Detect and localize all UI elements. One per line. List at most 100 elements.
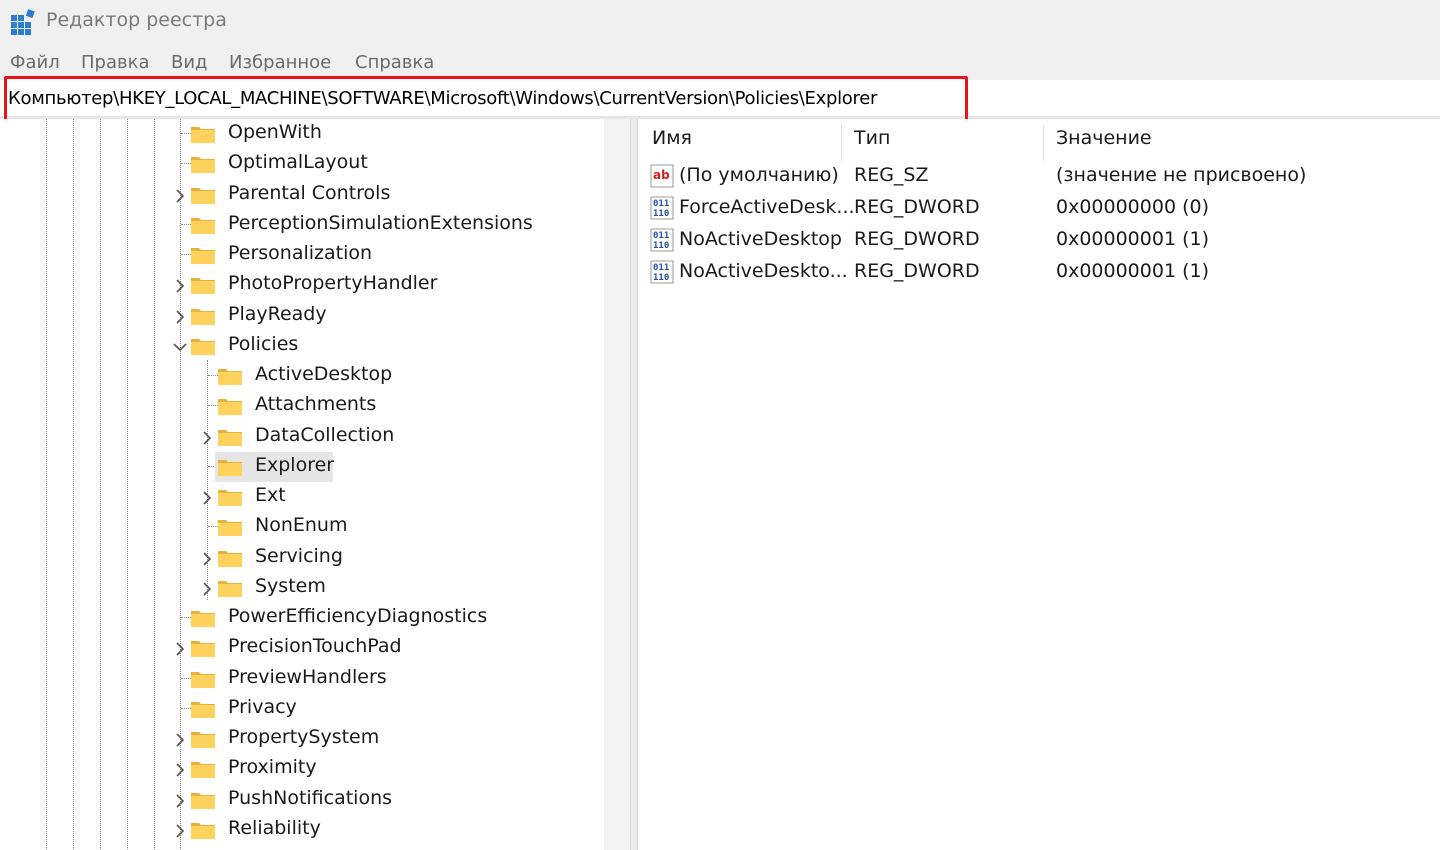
- tree-item[interactable]: OpenWith: [0, 119, 604, 149]
- tree-item-label: PushNotifications: [228, 786, 393, 809]
- tree-item-label: PlayReady: [228, 302, 327, 325]
- chevron-right-icon[interactable]: [171, 761, 189, 779]
- value-name: (По умолчанию): [679, 164, 839, 186]
- value-row[interactable]: 011 110 ForceActiveDesk... REG_DWORD 0x0…: [638, 192, 1440, 224]
- tree-item[interactable]: Explorer: [0, 452, 604, 482]
- folder-icon: [217, 578, 243, 598]
- menu-file[interactable]: Файл: [10, 52, 60, 73]
- tree-item[interactable]: Reliability: [0, 815, 604, 845]
- folder-icon: [190, 154, 216, 174]
- tree-item[interactable]: PropertySystem: [0, 724, 604, 754]
- column-header-name[interactable]: Имя: [652, 127, 692, 149]
- key-tree[interactable]: OpenWith OptimalLayout Parental Controls Pe…: [0, 119, 604, 850]
- folder-icon: [190, 669, 216, 689]
- pane-splitter[interactable]: [630, 119, 638, 850]
- tree-item-label: Attachments: [255, 393, 377, 416]
- tree-item[interactable]: Proximity: [0, 754, 604, 784]
- folder-icon: [190, 729, 216, 749]
- address-path[interactable]: Компьютер\HKEY_LOCAL_MACHINE\SOFTWARE\Mi…: [8, 88, 877, 109]
- tree-item[interactable]: OptimalLayout: [0, 149, 604, 179]
- value-type: REG_DWORD: [854, 196, 980, 218]
- value-data: (значение не присвоено): [1056, 164, 1307, 186]
- tree-item[interactable]: PlayReady: [0, 301, 604, 331]
- tree-item-label: Ext: [255, 484, 286, 506]
- binary-value-icon: 011 110: [650, 196, 674, 220]
- tree-item[interactable]: NonEnum: [0, 512, 604, 542]
- column-header-type[interactable]: Тип: [854, 127, 890, 149]
- tree-item[interactable]: PrecisionTouchPad: [0, 633, 604, 663]
- folder-icon: [190, 336, 216, 356]
- tree-item-label: PrecisionTouchPad: [228, 635, 402, 658]
- tree-scrollbar[interactable]: [604, 119, 630, 850]
- column-separator[interactable]: [841, 125, 842, 161]
- tree-item[interactable]: PreviewHandlers: [0, 664, 604, 694]
- folder-icon: [217, 396, 243, 416]
- menu-view[interactable]: Вид: [171, 52, 208, 73]
- chevron-right-icon[interactable]: [171, 308, 189, 326]
- value-data: 0x00000000 (0): [1056, 196, 1209, 218]
- tree-item[interactable]: PushNotifications: [0, 785, 604, 815]
- svg-text:011: 011: [653, 231, 669, 241]
- chevron-right-icon[interactable]: [171, 640, 189, 658]
- chevron-right-icon[interactable]: [198, 550, 216, 568]
- folder-icon: [190, 699, 216, 719]
- chevron-right-icon[interactable]: [198, 580, 216, 598]
- registry-editor-icon: [10, 8, 38, 40]
- tree-item[interactable]: Servicing: [0, 543, 604, 573]
- tree-item-label: OptimalLayout: [228, 151, 368, 174]
- value-type: REG_DWORD: [854, 260, 980, 282]
- value-name: ForceActiveDesk...: [679, 196, 855, 218]
- chevron-right-icon[interactable]: [198, 429, 216, 447]
- tree-item[interactable]: Privacy: [0, 694, 604, 724]
- folder-icon: [217, 487, 243, 507]
- tree-item-label: PowerEfficiencyDiagnostics: [228, 605, 488, 627]
- menu-help[interactable]: Справка: [355, 52, 434, 73]
- folder-icon: [190, 185, 216, 205]
- tree-item[interactable]: Personalization: [0, 240, 604, 270]
- folder-icon: [217, 427, 243, 447]
- tree-item[interactable]: ActiveDesktop: [0, 361, 604, 391]
- chevron-right-icon[interactable]: [171, 731, 189, 749]
- folder-icon: [190, 608, 216, 628]
- folder-icon: [217, 517, 243, 537]
- value-row[interactable]: ab (По умолчанию) REG_SZ (значение не пр…: [638, 160, 1440, 192]
- tree-item[interactable]: DataCollection: [0, 422, 604, 452]
- folder-icon: [190, 245, 216, 265]
- tree-item-label: Reliability: [228, 816, 321, 839]
- value-name: NoActiveDeskto...: [679, 260, 848, 282]
- tree-item-label: Personalization: [228, 242, 373, 264]
- tree-item-label: PropertySystem: [228, 726, 380, 748]
- tree-item[interactable]: Attachments: [0, 391, 604, 421]
- tree-item[interactable]: Ext: [0, 482, 604, 512]
- address-bar[interactable]: Компьютер\HKEY_LOCAL_MACHINE\SOFTWARE\Mi…: [0, 80, 1440, 119]
- binary-value-icon: 011 110: [650, 228, 674, 252]
- folder-icon: [217, 366, 243, 386]
- tree-item-label: System: [255, 574, 326, 597]
- value-data: 0x00000001 (1): [1056, 260, 1209, 282]
- menu-favorites[interactable]: Избранное: [229, 52, 331, 73]
- tree-item[interactable]: PerceptionSimulationExtensions: [0, 210, 604, 240]
- chevron-right-icon[interactable]: [171, 822, 189, 840]
- column-separator[interactable]: [1043, 125, 1044, 161]
- value-row[interactable]: 011 110 NoActiveDeskto... REG_DWORD 0x00…: [638, 256, 1440, 288]
- chevron-right-icon[interactable]: [171, 792, 189, 810]
- values-pane[interactable]: Имя Тип Значение ab (По умолчанию) REG_S…: [638, 119, 1440, 850]
- chevron-right-icon[interactable]: [171, 277, 189, 295]
- column-header-data[interactable]: Значение: [1056, 127, 1152, 149]
- tree-item[interactable]: Policies: [0, 331, 604, 361]
- chevron-right-icon[interactable]: [198, 489, 216, 507]
- folder-icon: [190, 215, 216, 235]
- tree-item[interactable]: System: [0, 573, 604, 603]
- value-row[interactable]: 011 110 NoActiveDesktop REG_DWORD 0x0000…: [638, 224, 1440, 256]
- tree-item[interactable]: PhotoPropertyHandler: [0, 270, 604, 300]
- tree-item[interactable]: Parental Controls: [0, 180, 604, 210]
- menu-edit[interactable]: Правка: [81, 52, 150, 73]
- chevron-down-icon[interactable]: [171, 338, 189, 356]
- tree-item-label: Privacy: [228, 695, 297, 718]
- tree-item-label: PerceptionSimulationExtensions: [228, 211, 533, 234]
- title-bar: Редактор реестра: [0, 0, 1440, 44]
- chevron-right-icon[interactable]: [171, 187, 189, 205]
- tree-item-label: DataCollection: [255, 423, 395, 446]
- svg-text:011: 011: [653, 199, 669, 209]
- tree-item[interactable]: PowerEfficiencyDiagnostics: [0, 603, 604, 633]
